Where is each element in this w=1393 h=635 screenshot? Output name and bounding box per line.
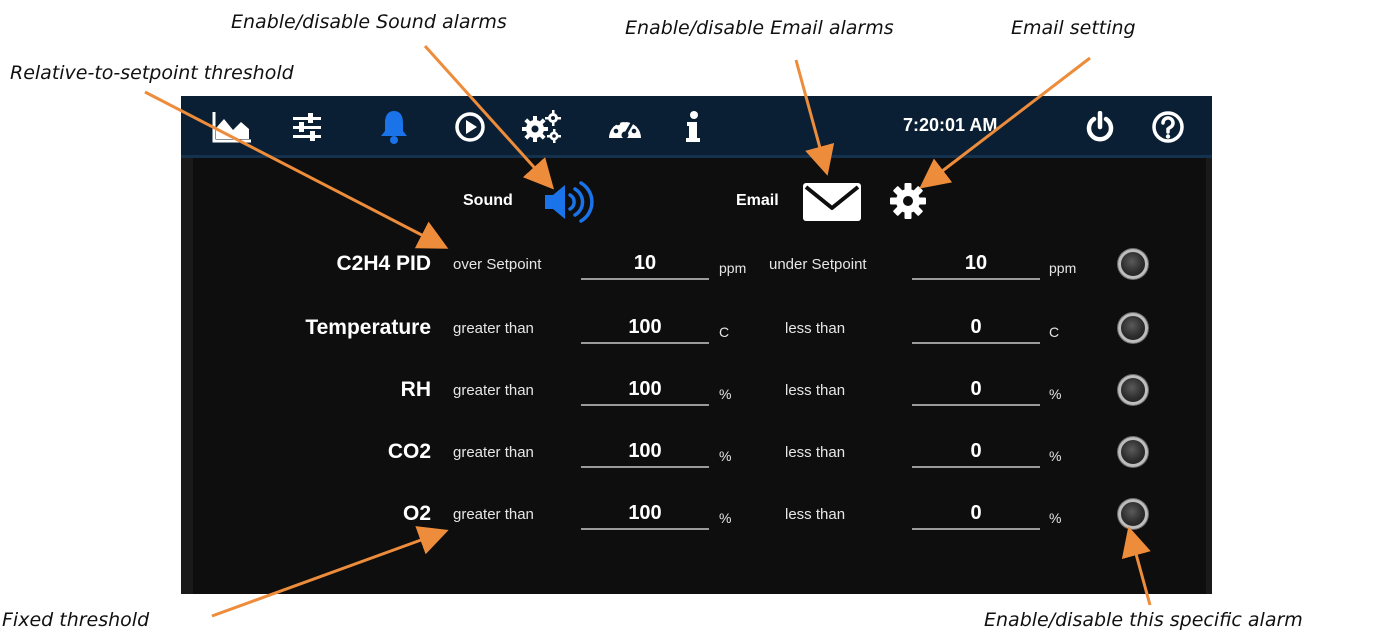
info-icon[interactable]	[670, 104, 716, 150]
low-threshold-input[interactable]	[912, 314, 1040, 344]
low-threshold-input[interactable]	[912, 376, 1040, 406]
low-unit: C	[1049, 324, 1060, 340]
gauge-icon[interactable]	[602, 104, 648, 150]
low-unit: ppm	[1049, 260, 1077, 276]
alarm-row-co2: CO2 greater than % less than %	[181, 434, 1212, 474]
envelope-icon[interactable]	[801, 180, 863, 229]
alarm-row-c2h4: C2H4 PID over Setpoint ppm under Setpoin…	[181, 246, 1212, 286]
low-condition-label: less than	[785, 444, 846, 461]
high-threshold-input[interactable]	[581, 438, 709, 468]
alarm-name: C2H4 PID	[336, 252, 431, 275]
low-threshold-input[interactable]	[912, 438, 1040, 468]
high-unit: C	[719, 324, 730, 340]
sliders-icon[interactable]	[284, 104, 330, 150]
high-threshold-input[interactable]	[581, 250, 709, 280]
top-toolbar: 7:20:01 AM	[181, 96, 1212, 158]
high-unit: %	[719, 386, 732, 402]
help-icon[interactable]	[1145, 104, 1191, 150]
alarm-enable-toggle[interactable]	[1118, 499, 1148, 529]
annotation-email-alarms: Enable/disable Email alarms	[625, 17, 894, 39]
high-threshold-input[interactable]	[581, 500, 709, 530]
play-circle-icon[interactable]	[447, 104, 493, 150]
annotation-email-setting: Email setting	[1011, 17, 1136, 39]
gears-icon[interactable]	[519, 104, 565, 150]
low-unit: %	[1049, 448, 1062, 464]
annotation-specific-alarm: Enable/disable this specific alarm	[984, 609, 1303, 631]
annotation-sound-alarms: Enable/disable Sound alarms	[231, 11, 507, 33]
chart-icon[interactable]	[209, 104, 255, 150]
alarm-enable-toggle[interactable]	[1118, 313, 1148, 343]
high-condition-label: greater than	[453, 382, 534, 399]
alarm-row-o2: O2 greater than % less than %	[181, 496, 1212, 536]
alarm-name: O2	[402, 502, 431, 525]
bell-icon[interactable]	[371, 104, 417, 150]
high-condition-label: over Setpoint	[453, 256, 542, 273]
low-condition-label: less than	[785, 382, 846, 399]
high-unit: %	[719, 448, 732, 464]
alarm-name: CO2	[387, 440, 431, 463]
low-condition-label: less than	[785, 506, 846, 523]
email-label: Email	[736, 192, 779, 209]
alarm-name: Temperature	[305, 316, 431, 339]
alarm-row-rh: RH greater than % less than %	[181, 372, 1212, 412]
low-condition-label: less than	[785, 320, 846, 337]
low-unit: %	[1049, 386, 1062, 402]
high-unit: ppm	[719, 260, 747, 276]
alarm-enable-toggle[interactable]	[1118, 375, 1148, 405]
alarm-enable-toggle[interactable]	[1118, 437, 1148, 467]
speaker-icon[interactable]	[543, 180, 601, 229]
annotation-relative-threshold: Relative-to-setpoint threshold	[10, 62, 294, 84]
clock-display: 7:20:01 AM	[903, 115, 998, 135]
low-threshold-input[interactable]	[912, 250, 1040, 280]
high-condition-label: greater than	[453, 320, 534, 337]
high-condition-label: greater than	[453, 444, 534, 461]
alarm-settings-window: 7:20:01 AM Sound Email C2H4 PID over Set…	[181, 96, 1212, 594]
alarm-name: RH	[400, 378, 431, 401]
high-unit: %	[719, 510, 732, 526]
annotation-fixed-threshold: Fixed threshold	[2, 609, 150, 631]
high-threshold-input[interactable]	[581, 314, 709, 344]
sound-label: Sound	[463, 192, 513, 209]
low-condition-label: under Setpoint	[769, 256, 867, 273]
alarm-row-temperature: Temperature greater than C less than C	[181, 310, 1212, 350]
low-unit: %	[1049, 510, 1062, 526]
alarm-enable-toggle[interactable]	[1118, 249, 1148, 279]
email-settings-gear-icon[interactable]	[888, 181, 928, 226]
low-threshold-input[interactable]	[912, 500, 1040, 530]
high-condition-label: greater than	[453, 506, 534, 523]
power-icon[interactable]	[1077, 104, 1123, 150]
high-threshold-input[interactable]	[581, 376, 709, 406]
